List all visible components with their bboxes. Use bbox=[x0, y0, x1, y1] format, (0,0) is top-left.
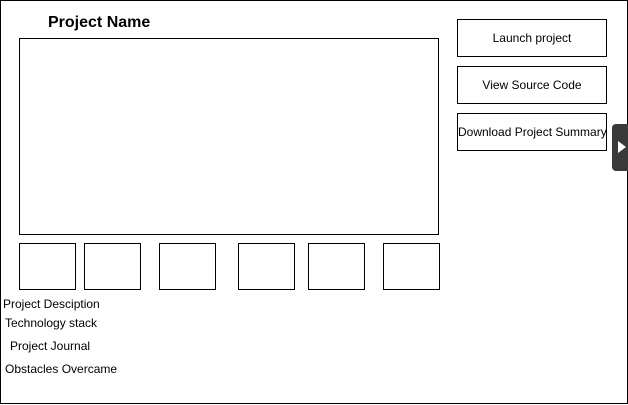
view-source-code-button[interactable]: View Source Code bbox=[457, 66, 607, 104]
thumbnail-3[interactable] bbox=[159, 243, 216, 290]
project-description-link[interactable]: Project Desciption bbox=[3, 297, 100, 311]
thumbnail-2[interactable] bbox=[84, 243, 141, 290]
obstacles-overcame-link[interactable]: Obstacles Overcame bbox=[5, 362, 117, 376]
page-title: Project Name bbox=[48, 14, 151, 31]
thumbnail-1[interactable] bbox=[19, 243, 76, 290]
thumbnail-6[interactable] bbox=[383, 243, 440, 290]
play-arrow-icon bbox=[618, 141, 626, 153]
technology-stack-link[interactable]: Technology stack bbox=[5, 316, 97, 330]
project-preview bbox=[19, 38, 439, 235]
thumbnail-4[interactable] bbox=[238, 243, 295, 290]
download-project-summary-button[interactable]: Download Project Summary bbox=[457, 113, 607, 151]
launch-project-button[interactable]: Launch project bbox=[457, 19, 607, 57]
project-journal-link[interactable]: Project Journal bbox=[10, 339, 90, 353]
thumbnail-5[interactable] bbox=[308, 243, 365, 290]
side-panel-toggle[interactable] bbox=[612, 124, 628, 171]
